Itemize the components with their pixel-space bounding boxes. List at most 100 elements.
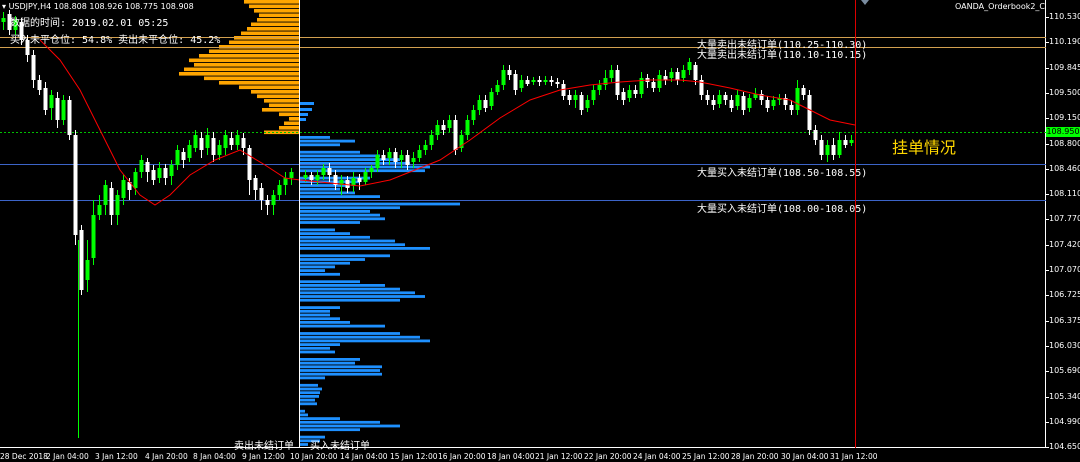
price-axis-label: 108.110 [1049,189,1080,199]
candle-body [169,165,174,176]
buy-book-bar [300,232,350,235]
buy-book-bar [300,346,330,350]
candle-body [513,74,518,90]
sell-book-bar [239,85,299,90]
buy-book-bar [300,443,308,446]
candle-body [345,180,350,188]
candle-body [525,80,530,84]
buy-book-bar [300,309,330,313]
sell-legend: 卖出未结订单 [234,441,294,452]
candle-body [747,98,752,108]
candle-body [465,120,470,135]
price-axis-label: 106.725 [1049,290,1080,300]
candle-body [259,188,264,200]
buy-book-bar [300,358,360,361]
price-axis-tick [1046,42,1049,44]
candle-body [369,168,374,172]
candle-body [139,160,144,172]
price-axis-tick [1046,194,1049,196]
buy-book-bar [300,250,410,254]
time-axis-label: 31 Jan 12:00 [830,452,878,461]
candle-body [441,125,446,130]
buy-book-bar [300,350,335,354]
candle-body [193,135,198,148]
candle-body [315,175,320,180]
buy-book-bar [300,417,340,420]
chart-symbol-label: ▾ USDJPY,H4 108.808 108.926 108.775 108.… [2,2,194,11]
candle-body [157,168,162,178]
candle-body [121,180,126,198]
price-axis-label: 106.030 [1049,340,1080,350]
candle-body [435,125,440,135]
time-axis-label: 15 Jan 12:00 [390,452,438,461]
buy-book-bar [300,276,355,280]
candle-body [633,90,638,94]
time-axis-label: 9 Jan 12:00 [242,452,285,461]
candle-body [357,178,362,182]
candle-body [669,72,674,78]
sell-book-bar [259,13,299,18]
candle-body [253,178,258,190]
candle-body [681,70,686,78]
buy-book-bar [300,387,322,391]
price-axis-label: 109.150 [1049,113,1080,123]
candle-body [309,175,314,180]
candle-body [651,82,656,88]
symbol-icon: ▾ [2,2,7,11]
buy-book-bar [300,420,380,424]
buy-book-bar [300,195,380,198]
price-axis-label: 104.650 [1049,442,1080,452]
candle-body [843,140,848,145]
candle-body [537,80,542,82]
candle-body [133,172,138,188]
buy-book-bar [300,143,340,147]
candle-body [61,100,66,120]
buy-book-bar [300,258,365,261]
sell-book-bar [199,54,299,58]
candle-body [477,100,482,110]
buy-book-bar [300,254,390,258]
buy-book-bar [300,147,325,150]
price-axis-tick [1046,396,1049,398]
price-chart[interactable] [0,0,1080,462]
time-axis-label: 22 Jan 20:00 [584,452,632,461]
candle-body [579,95,584,110]
candle-body [555,82,560,84]
data-time-label: 数据的时间: 2019.02.01 05:25 [10,18,169,29]
buy-book-bar [300,406,310,409]
time-axis-label: 30 Jan 04:00 [781,452,829,461]
candle-body [495,85,500,92]
sell-book-bar [257,94,299,99]
buy-book-bar [300,228,335,232]
position-ratio-label: 买入未平仓位: 54.8% 卖出未平仓位: 45.2% [10,35,221,46]
candle-body [723,95,728,100]
candle-body [417,150,422,158]
buy-book-bar [300,395,319,398]
candle-body [49,95,54,108]
buy-book-bar [300,224,340,228]
sell-book-bar [219,45,299,49]
time-axis-label: 28 Jan 20:00 [731,452,779,461]
buy-book-bar [300,383,318,387]
candle-body [321,168,326,175]
candle-body [789,105,794,110]
candle-body [283,178,288,185]
candle-body [91,215,96,258]
buy-book-bar [300,272,340,276]
candle-body [741,96,746,110]
candle-body [807,95,812,130]
price-axis-label: 104.990 [1049,416,1080,426]
candle-body [265,200,270,205]
sell-book-bar [184,67,299,72]
candle-body [181,152,186,160]
candle-body [109,188,114,215]
buy-book-bar [300,402,317,406]
sell-book-bar [189,58,299,63]
sell-book-bar [244,0,299,4]
price-axis-label: 107.770 [1049,214,1080,224]
buy-book-bar [300,202,460,206]
sell-book-bar [289,117,299,121]
candle-body [657,75,662,88]
time-axis-label: 14 Jan 04:00 [340,452,388,461]
candle-body [375,155,380,168]
